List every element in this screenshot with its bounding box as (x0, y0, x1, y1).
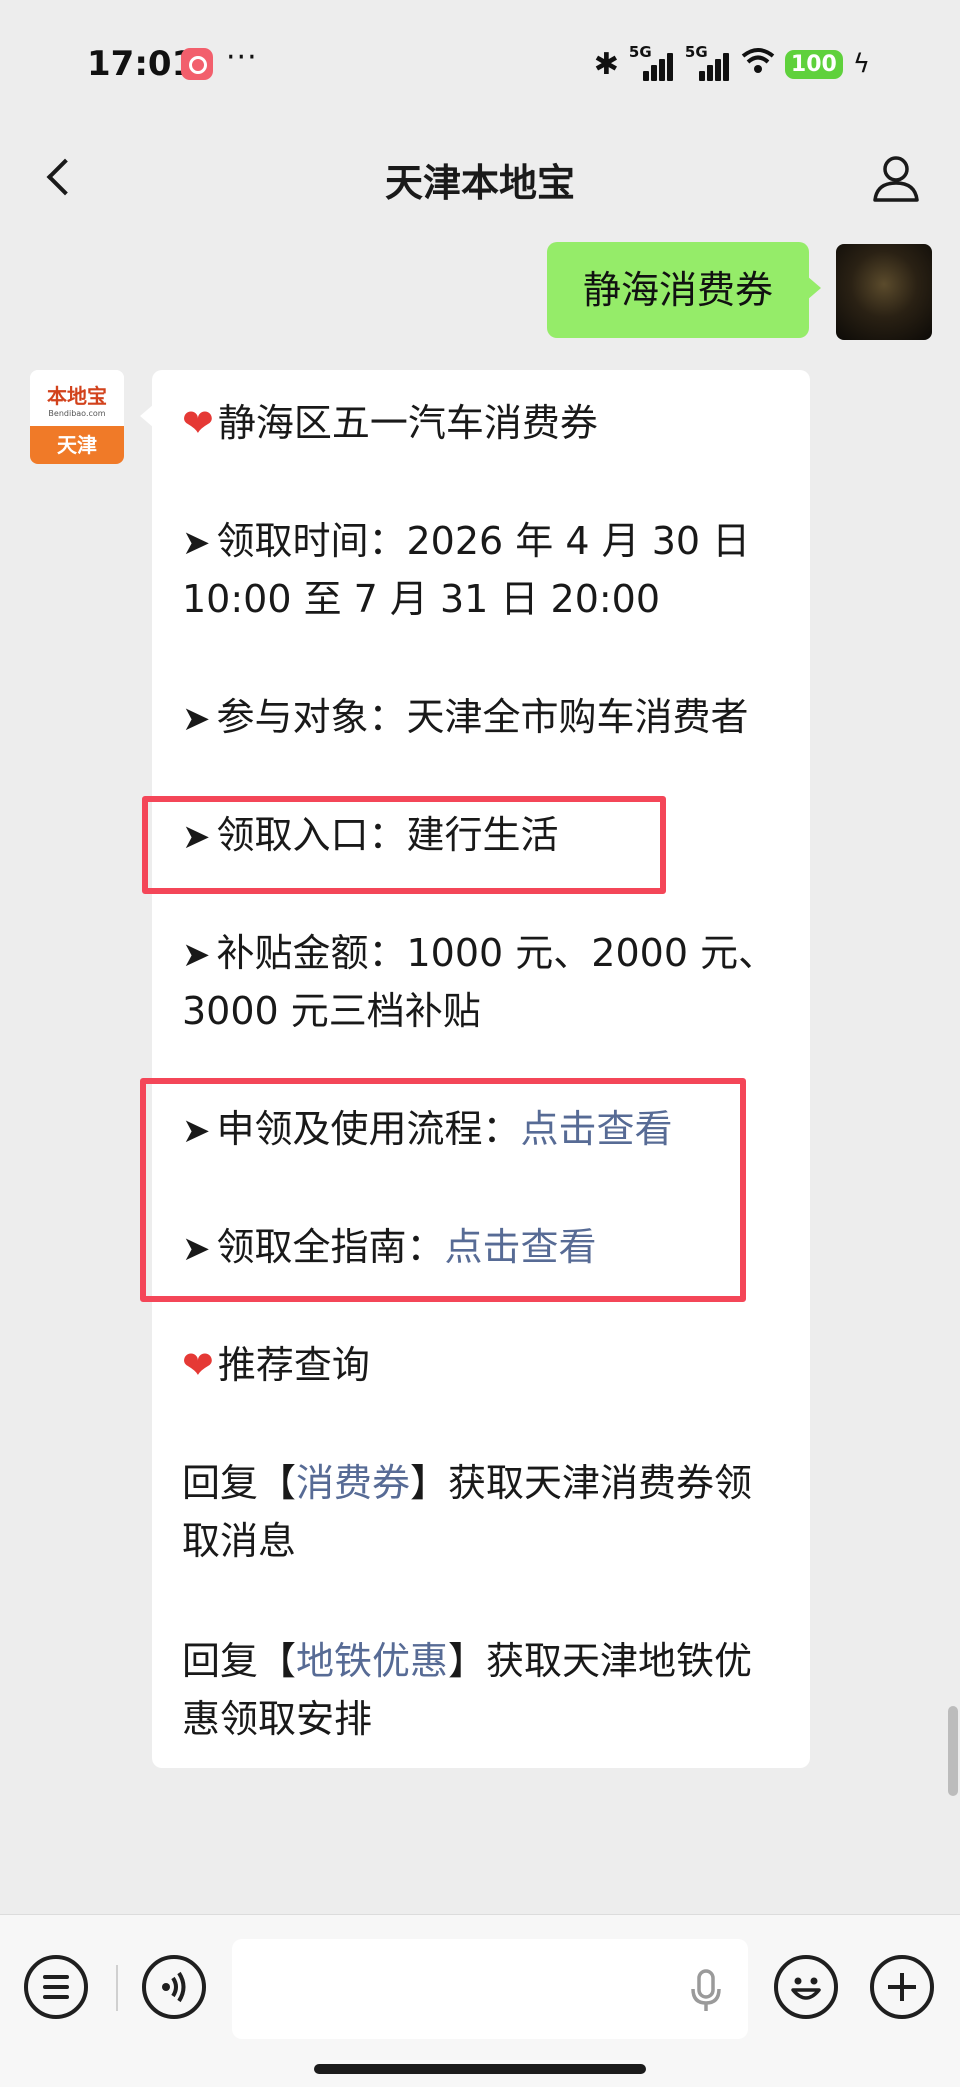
voice-icon[interactable] (142, 1955, 206, 2019)
reply-metro-line-2: 惠领取安排 (182, 1697, 373, 1741)
battery-icon: 100 (784, 49, 843, 79)
home-indicator[interactable] (314, 2064, 646, 2074)
emoji-icon[interactable] (774, 1955, 838, 2019)
reply-coupon-line: 回复【消费券】获取天津消费券领 (182, 1461, 753, 1505)
notification-app-icon (181, 48, 213, 80)
amount-line: ➤ 补贴金额：1000 元、2000 元、 (182, 931, 777, 975)
avatar-logo-sub: Bendibao.com (48, 409, 106, 418)
message-heading: ❤ 静海区五一汽车消费券 (182, 401, 598, 445)
received-message-bubble[interactable]: ❤ 静海区五一汽车消费券 ➤ 领取时间：2026 年 4 月 30 日 10:00 … (140, 370, 810, 1768)
system-indicators: ✱ 5G 5G 100 ϟ (593, 43, 870, 82)
avatar-logo-text: 本地宝 (47, 384, 107, 408)
claim-time-line-2: 10:00 至 7 月 31 日 20:00 (182, 577, 661, 621)
highlight-box-links (140, 1078, 746, 1302)
input-bar (0, 1914, 960, 2087)
plus-icon[interactable] (870, 1955, 934, 2019)
charging-icon: ϟ (852, 49, 870, 79)
metro-keyword-link[interactable]: 地铁优惠 (296, 1639, 448, 1683)
chat-title: 天津本地宝 (384, 161, 575, 205)
reply-coupon-line-2: 取消息 (182, 1519, 297, 1563)
scrollbar[interactable] (948, 1706, 958, 1796)
claim-time-line: ➤ 领取时间：2026 年 4 月 30 日 (182, 519, 751, 563)
bluetooth-icon: ✱ (593, 46, 619, 82)
chat-header: 天津本地宝 (0, 130, 960, 230)
heart-icon: ❤ (182, 401, 214, 445)
message-input[interactable] (232, 1939, 748, 2039)
arrow-icon: ➤ (182, 523, 211, 563)
more-notifications-dots: ··· (226, 40, 258, 75)
person-icon[interactable] (868, 150, 924, 206)
recommend-heading: ❤ 推荐查询 (182, 1343, 370, 1387)
menu-list-icon[interactable] (24, 1955, 88, 2019)
sent-message-bubble[interactable]: 静海消费券 (547, 242, 821, 338)
account-avatar[interactable]: 本地宝 Bendibao.com 天津 (30, 370, 124, 464)
signal-icon: 5G (685, 43, 731, 81)
arrow-icon: ➤ (182, 935, 211, 975)
my-avatar[interactable] (836, 244, 932, 340)
heart-icon: ❤ (182, 1343, 214, 1387)
amount-line-2: 3000 元三档补贴 (182, 989, 481, 1033)
reply-metro-line: 回复【地铁优惠】获取天津地铁优 (182, 1639, 753, 1683)
status-bar: 17:01 ··· ✱ 5G 5G 100 ϟ (0, 0, 960, 130)
signal-icon: 5G (629, 43, 675, 81)
divider (116, 1965, 118, 2011)
target-line: ➤ 参与对象：天津全市购车消费者 (182, 695, 749, 739)
status-time: 17:01 (87, 44, 196, 84)
highlight-box-entry (142, 796, 666, 894)
microphone-icon[interactable] (686, 1967, 726, 2015)
avatar-city: 天津 (30, 426, 124, 464)
arrow-icon: ➤ (182, 699, 211, 739)
wifi-icon (741, 46, 775, 82)
coupon-keyword-link[interactable]: 消费券 (296, 1461, 410, 1505)
